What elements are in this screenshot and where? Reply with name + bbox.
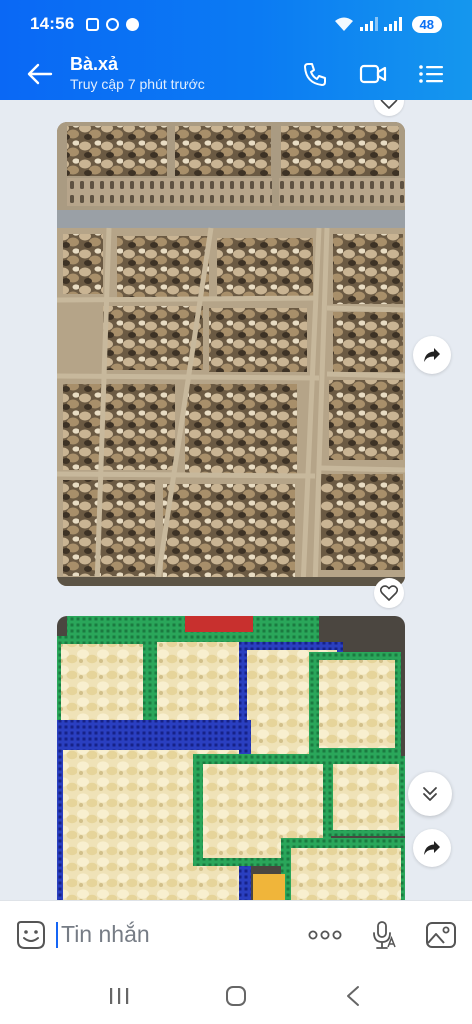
double-chevron-down-icon <box>423 787 437 801</box>
contact-name: Bà.xả <box>70 54 119 74</box>
voice-to-text-button[interactable] <box>366 918 400 952</box>
scroll-to-bottom-button[interactable] <box>408 772 452 816</box>
status-bar: 14:56 48 <box>0 0 472 48</box>
text-caret <box>56 921 58 948</box>
image-button[interactable] <box>424 918 458 952</box>
call-button[interactable] <box>296 55 334 93</box>
home-icon <box>225 986 246 1006</box>
more-icon <box>308 930 342 939</box>
photo-message[interactable] <box>57 616 405 900</box>
chat-bubble-icon <box>126 17 140 31</box>
heart-icon <box>380 585 398 601</box>
recent-apps-button[interactable] <box>99 976 139 1016</box>
reaction-button[interactable] <box>374 100 404 116</box>
ducklings-crates-image <box>57 122 405 586</box>
chicks-baskets-image <box>57 616 405 900</box>
last-seen: Truy cập 7 phút trước <box>70 76 205 92</box>
heart-icon <box>380 100 398 109</box>
system-nav-bar <box>0 968 472 1024</box>
share-arrow-icon <box>424 841 440 855</box>
battery-badge: 48 <box>411 15 442 33</box>
forward-button[interactable] <box>413 829 451 867</box>
reaction-button[interactable] <box>374 578 404 608</box>
status-left-icons <box>86 17 140 31</box>
arrow-left-icon <box>27 63 53 85</box>
chevron-left-icon <box>347 986 360 1006</box>
home-button[interactable] <box>216 976 256 1016</box>
signal-icon <box>359 17 378 31</box>
microphone-icon <box>373 920 396 949</box>
contact-info[interactable]: Bà.xả Truy cập 7 phút trước <box>70 54 205 94</box>
recent-apps-icon <box>109 988 128 1004</box>
photo-message[interactable] <box>57 122 405 586</box>
message-list[interactable] <box>0 100 472 900</box>
back-button[interactable] <box>20 54 60 94</box>
status-right-icons: 48 <box>334 15 442 33</box>
share-arrow-icon <box>424 348 440 362</box>
message-placeholder: Tin nhắn <box>61 921 150 947</box>
menu-icon <box>419 65 443 83</box>
phone-icon <box>304 63 326 86</box>
message-composer: Tin nhắn <box>0 900 472 968</box>
top-bar: 14:56 48 Bà.xả Truy cập 7 phút trước <box>0 0 472 100</box>
video-call-icon <box>359 64 387 84</box>
composer-actions <box>308 918 458 952</box>
smiley-icon <box>17 920 45 949</box>
menu-button[interactable] <box>412 55 450 93</box>
more-button[interactable] <box>308 918 342 952</box>
chrome-icon <box>106 17 120 31</box>
header-actions <box>296 55 450 93</box>
status-time: 14:56 <box>30 14 75 33</box>
video-call-button[interactable] <box>354 55 392 93</box>
signal-icon <box>383 17 402 31</box>
forward-button[interactable] <box>413 336 451 374</box>
nav-back-button[interactable] <box>333 976 373 1016</box>
sticker-button[interactable] <box>14 918 48 952</box>
screenshot-icon <box>86 17 100 31</box>
message-input[interactable]: Tin nhắn <box>56 915 276 955</box>
image-icon <box>426 921 456 948</box>
wifi-icon <box>334 17 353 31</box>
chat-header: Bà.xả Truy cập 7 phút trước <box>0 48 472 100</box>
